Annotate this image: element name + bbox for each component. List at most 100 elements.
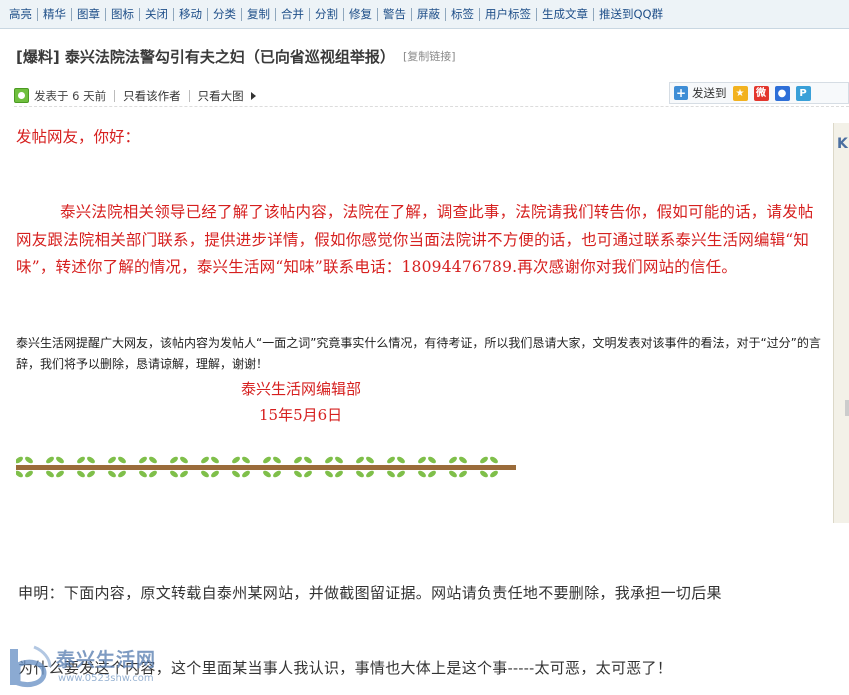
vine-leaf bbox=[56, 456, 64, 464]
side-image-letter: K bbox=[837, 136, 848, 152]
vine-leaf bbox=[232, 470, 240, 478]
court-reply-paragraph: 泰兴法院相关领导已经了解了该帖内容，法院在了解，调查此事，法院请我们转告你，假如… bbox=[16, 203, 814, 276]
signature-org: 泰兴生活网编辑部 bbox=[241, 380, 362, 398]
toolbar-item[interactable]: 图标 bbox=[106, 7, 139, 21]
vine-leaf bbox=[77, 470, 85, 478]
toolbar-item[interactable]: 生成文章 bbox=[537, 7, 593, 21]
vine-leaf bbox=[25, 456, 33, 464]
vine-leaf bbox=[46, 456, 54, 464]
vine-leaf bbox=[211, 470, 219, 478]
share-label[interactable]: 发送到 bbox=[692, 85, 727, 101]
vine-leaf bbox=[46, 470, 54, 478]
toolbar-item[interactable]: 警告 bbox=[378, 7, 411, 21]
weibo-icon[interactable]: 微 bbox=[753, 85, 769, 101]
big-image-link[interactable]: 只看大图 bbox=[198, 88, 244, 104]
vine-leaf bbox=[387, 470, 395, 478]
vine-leaf bbox=[77, 456, 85, 464]
vine-leaf bbox=[480, 456, 488, 464]
watermark-url: www.0523shw.com bbox=[58, 673, 154, 684]
baidu-icon[interactable]: ● bbox=[774, 85, 790, 101]
toolbar-item[interactable]: 分割 bbox=[310, 7, 343, 21]
vine-stem bbox=[16, 465, 516, 470]
toolbar-item[interactable]: 高亮 bbox=[4, 7, 37, 21]
user-online-icon bbox=[14, 88, 29, 103]
toolbar-item[interactable]: 关闭 bbox=[140, 7, 173, 21]
page-title: [爆料] 泰兴法院法警勾引有夫之妇（已向省巡视组举报） bbox=[16, 47, 395, 66]
vine-leaf bbox=[294, 456, 302, 464]
signature-date: 15年5月6日 bbox=[259, 406, 343, 424]
vine-leaf bbox=[263, 470, 271, 478]
vine-leaf bbox=[108, 470, 116, 478]
vine-leaf bbox=[304, 470, 312, 478]
vine-leaf bbox=[304, 456, 312, 464]
vine-leaf bbox=[232, 456, 240, 464]
vine-leaf bbox=[139, 470, 147, 478]
copy-link[interactable]: [复制链接] bbox=[403, 48, 456, 64]
vine-leaf bbox=[149, 470, 157, 478]
vine-leaf bbox=[211, 456, 219, 464]
vine-leaf bbox=[273, 470, 281, 478]
only-author-link[interactable]: 只看该作者 bbox=[123, 88, 181, 104]
toolbar-item[interactable]: 移动 bbox=[174, 7, 207, 21]
greeting-text: 发帖网友，你好： bbox=[16, 128, 141, 146]
toolbar-item[interactable]: 修复 bbox=[344, 7, 377, 21]
qzone-icon[interactable]: ★ bbox=[732, 85, 748, 101]
vine-leaf bbox=[418, 470, 426, 478]
toolbar-item[interactable]: 标签 bbox=[446, 7, 479, 21]
vine-leaf bbox=[170, 470, 178, 478]
vine-leaf bbox=[108, 456, 116, 464]
vine-leaf bbox=[118, 470, 126, 478]
divider bbox=[188, 89, 190, 102]
vine-leaf bbox=[263, 456, 271, 464]
vine-leaf bbox=[87, 470, 95, 478]
vine-leaf bbox=[428, 470, 436, 478]
vine-leaf bbox=[397, 456, 405, 464]
vine-leaf bbox=[149, 456, 157, 464]
post-meta-row: 发表于 6 天前 只看该作者 只看大图 + 发送到 ★ 微 ● P bbox=[14, 82, 849, 107]
plus-icon[interactable]: + bbox=[674, 86, 688, 100]
toolbar-item[interactable]: 用户标签 bbox=[480, 7, 536, 21]
vine-leaf bbox=[201, 456, 209, 464]
toolbar-item[interactable]: 精华 bbox=[38, 7, 71, 21]
vine-leaf bbox=[366, 456, 374, 464]
vine-leaf bbox=[25, 470, 33, 478]
toolbar-item[interactable]: 图章 bbox=[72, 7, 105, 21]
post-time: 发表于 6 天前 bbox=[34, 88, 107, 103]
vine-leaf bbox=[335, 456, 343, 464]
site-watermark: 泰兴生活网 www.0523shw.com bbox=[4, 641, 164, 691]
vine-leaf bbox=[170, 456, 178, 464]
watermark-name: 泰兴生活网 bbox=[56, 649, 157, 671]
share-bar: + 发送到 ★ 微 ● P bbox=[669, 82, 849, 104]
vine-leaf bbox=[16, 470, 23, 478]
vine-leaf bbox=[356, 470, 364, 478]
side-image-mark bbox=[845, 400, 849, 416]
vine-leaf bbox=[118, 456, 126, 464]
toolbar-item[interactable]: 分类 bbox=[208, 7, 241, 21]
vine-leaf bbox=[180, 470, 188, 478]
play-triangle-icon[interactable] bbox=[250, 91, 256, 100]
vine-leaf bbox=[273, 456, 281, 464]
vine-leaf bbox=[459, 456, 467, 464]
toolbar-item[interactable]: 推送到QQ群 bbox=[594, 7, 668, 21]
toolbar-item[interactable]: 合并 bbox=[276, 7, 309, 21]
vine-leaf bbox=[366, 470, 374, 478]
vine-leaf bbox=[56, 470, 64, 478]
vine-leaf bbox=[428, 456, 436, 464]
qq-icon[interactable]: P bbox=[795, 85, 811, 101]
vine-leaf bbox=[201, 470, 209, 478]
vine-leaf bbox=[490, 456, 498, 464]
declaration-text: 申明：下面内容，原文转载自泰州某网站，并做截图留证据。网站请负责任地不要删除，我… bbox=[18, 584, 722, 602]
vine-leaf bbox=[139, 456, 147, 464]
moderation-toolbar: 高亮 精华 图章 图标 关闭 移动 分类 复制 合并 分割 修复 警告 屏蔽 标签 用户标签 生成文章 推送到Q… bbox=[0, 0, 849, 29]
divider bbox=[114, 89, 116, 102]
toolbar-item[interactable]: 屏蔽 bbox=[412, 7, 445, 21]
toolbar-item[interactable]: 复制 bbox=[242, 7, 275, 21]
vine-leaf bbox=[387, 456, 395, 464]
side-image bbox=[833, 123, 849, 523]
vine-leaf bbox=[242, 470, 250, 478]
vine-leaf bbox=[480, 470, 488, 478]
vine-leaf bbox=[449, 456, 457, 464]
vine-leaf bbox=[356, 456, 364, 464]
watermark-logo-icon bbox=[10, 645, 52, 688]
site-notice: 泰兴生活网提醒广大网友，该帖内容为发帖人“一面之词”究竟事实什么情况，有待考证，… bbox=[16, 336, 821, 371]
